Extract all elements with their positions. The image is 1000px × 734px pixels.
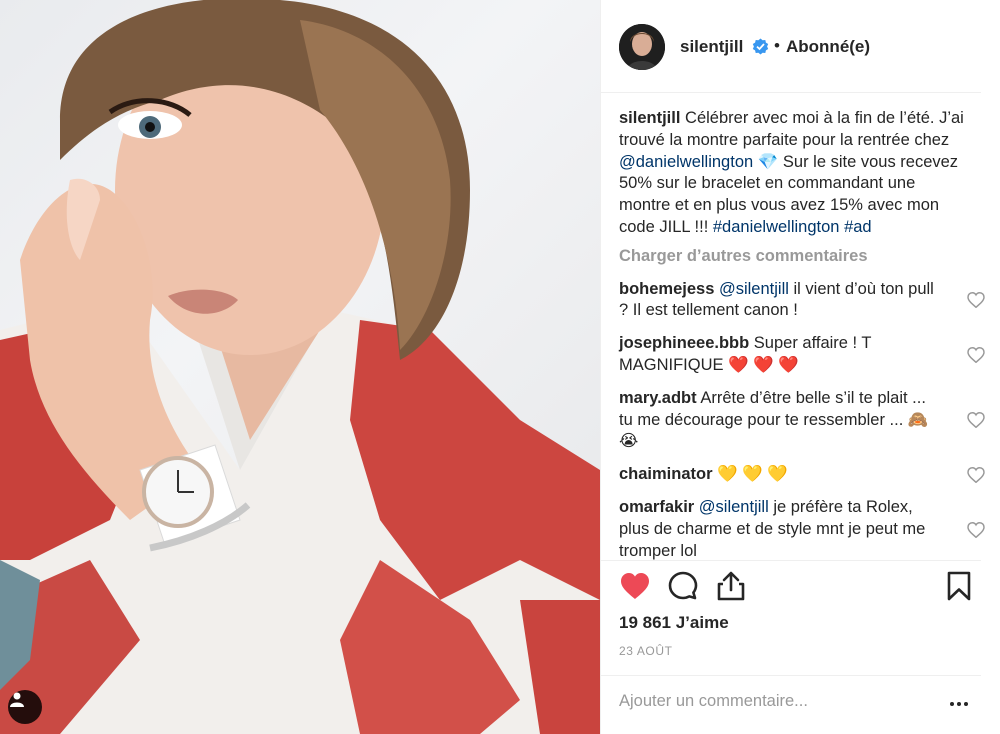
comment-bubble-icon[interactable] [667,570,699,602]
comment-item: omarfakir @silentjill je préfère ta Role… [619,497,985,562]
comment-item: josephineee.bbb Super affaire ! T MAGNIF… [619,333,985,377]
comment-like-icon[interactable] [967,346,985,363]
action-bar [619,570,971,606]
comments-section: silentjill Célébrer avec moi à la fin de… [619,108,985,562]
photo-illustration [0,0,600,734]
instagram-post: silentjill • Abonné(e) silentjill Célébr… [0,0,1000,734]
comment-item: mary.adbt Arrête d’être belle s’il te pl… [619,388,985,453]
comment-like-icon[interactable] [967,412,985,429]
comment-like-icon[interactable] [967,467,985,484]
comment-username[interactable]: bohemejess [619,280,714,298]
comment-username[interactable]: mary.adbt [619,389,697,407]
divider [601,675,981,676]
bookmark-icon[interactable] [943,570,975,602]
comment-like-icon[interactable] [967,521,985,538]
more-options-icon[interactable] [947,692,971,716]
comment-like-icon[interactable] [967,292,985,309]
comment-item: chaiminator 💛 💛 💛 [619,464,985,486]
person-tag-icon[interactable] [8,690,42,724]
load-more-comments-button[interactable]: Charger d’autres commentaires [619,246,971,268]
comment-mention[interactable]: @silentjill [699,498,769,516]
post-header: silentjill • Abonné(e) [601,0,981,93]
caption-hashtag[interactable]: #danielwellington [713,218,840,236]
comment-username[interactable]: chaiminator [619,465,713,483]
header-separator: • [774,36,780,55]
comment-text: 💛 💛 💛 [717,465,788,484]
caption-mention[interactable]: @danielwellington [619,153,753,171]
likes-count[interactable]: 19 861 J’aime [619,613,729,633]
add-comment-input[interactable] [619,692,939,711]
header-username[interactable]: silentjill [680,37,743,57]
caption-hashtag[interactable]: #ad [844,218,872,236]
comment-item: bohemejess @silentjill il vient d’où ton… [619,279,985,323]
avatar[interactable] [619,24,665,70]
post-side-panel: silentjill • Abonné(e) silentjill Célébr… [600,0,1000,734]
caption-username[interactable]: silentjill [619,109,680,127]
divider [601,560,981,561]
post-date[interactable]: 23 AOÛT [619,644,673,658]
post-caption: silentjill Célébrer avec moi à la fin de… [619,108,971,239]
comment-mention[interactable]: @silentjill [719,280,789,298]
follow-status-button[interactable]: Abonné(e) [786,37,870,57]
comment-username[interactable]: josephineee.bbb [619,334,749,352]
share-icon[interactable] [715,570,747,602]
verified-badge-icon [752,38,769,55]
heart-filled-icon[interactable] [619,570,651,602]
diamond-emoji: 💎 [757,152,779,171]
comment-username[interactable]: omarfakir [619,498,694,516]
post-photo[interactable] [0,0,600,734]
